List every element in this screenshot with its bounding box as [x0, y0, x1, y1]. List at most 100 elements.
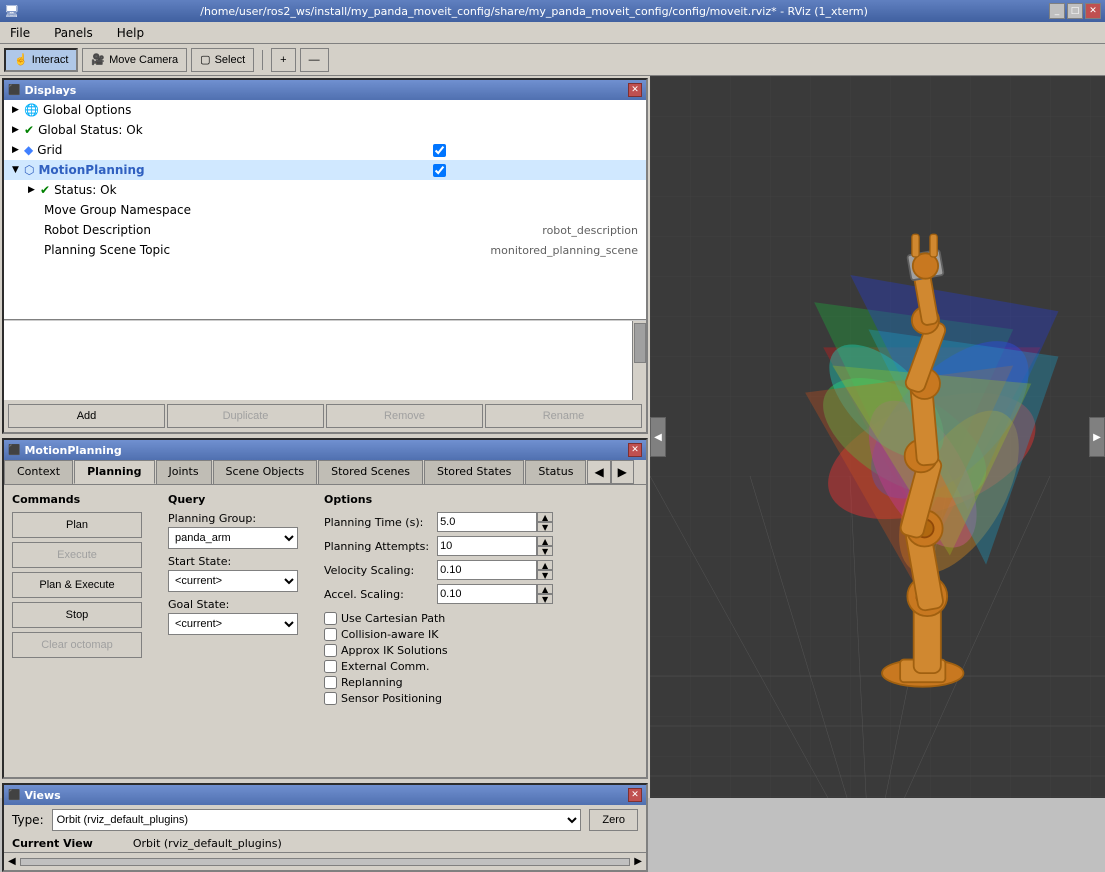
views-panel-close[interactable]: ✕	[628, 788, 642, 802]
accel-scaling-down[interactable]: ▼	[537, 594, 553, 604]
maximize-button[interactable]: □	[1067, 3, 1083, 19]
velocity-scaling-spinbtns: ▲ ▼	[537, 560, 553, 580]
planning-time-input[interactable]	[437, 512, 537, 532]
duplicate-display-button[interactable]: Duplicate	[167, 404, 324, 428]
menu-file[interactable]: File	[4, 24, 36, 42]
tab-planning[interactable]: Planning	[74, 460, 154, 484]
tree-arrow-grid: ▶	[12, 145, 24, 155]
tree-arrow-global-options: ▶	[12, 105, 24, 115]
views-current-section: Current View Orbit (rviz_default_plugins…	[4, 835, 646, 852]
close-button[interactable]: ✕	[1085, 3, 1101, 19]
tab-context[interactable]: Context	[4, 460, 73, 484]
approx-ik-checkbox[interactable]	[324, 644, 337, 657]
displays-scrollbar-thumb[interactable]	[634, 323, 646, 363]
move-camera-button[interactable]: 🎥 Move Camera	[82, 48, 187, 72]
accel-scaling-input-wrap: ▲ ▼	[437, 584, 638, 604]
planning-attempts-input[interactable]	[437, 536, 537, 556]
current-view-type: Orbit (rviz_default_plugins)	[133, 837, 282, 850]
tree-item-grid[interactable]: ▶ ◆ Grid	[4, 140, 646, 160]
tree-item-motion-planning[interactable]: ▼ ⬡ MotionPlanning	[4, 160, 646, 180]
velocity-scaling-label: Velocity Scaling:	[324, 560, 429, 580]
planning-time-label: Planning Time (s):	[324, 512, 429, 532]
planning-group-select[interactable]: panda_arm	[168, 527, 298, 549]
add-display-button[interactable]: Add	[8, 404, 165, 428]
toolbar-separator-1	[262, 50, 263, 70]
velocity-scaling-up[interactable]: ▲	[537, 560, 553, 570]
displays-tree[interactable]: ▶ 🌐 Global Options ▶ ✔ Global Status: Ok…	[4, 100, 646, 320]
accel-scaling-input[interactable]	[437, 584, 537, 604]
planning-time-input-wrap: ▲ ▼	[437, 512, 638, 532]
planning-attempts-down[interactable]: ▼	[537, 546, 553, 556]
tab-stored-scenes[interactable]: Stored Scenes	[318, 460, 423, 484]
select-button[interactable]: ▢ Select	[191, 48, 254, 72]
minimize-button[interactable]: _	[1049, 3, 1065, 19]
focus-minus-button[interactable]: —	[300, 48, 329, 72]
views-scroll-bar[interactable]: ◀ ▶	[4, 852, 646, 870]
menu-help[interactable]: Help	[111, 24, 150, 42]
motion-planning-panel-close[interactable]: ✕	[628, 443, 642, 457]
execute-button[interactable]: Execute	[12, 542, 142, 568]
start-state-select[interactable]: <current>	[168, 570, 298, 592]
viewport-left-arrow[interactable]: ◀	[650, 417, 666, 457]
displays-panel-header: ⬛ Displays ✕	[4, 80, 646, 100]
collision-aware-ik-checkbox[interactable]	[324, 628, 337, 641]
tree-label-move-group-ns: Move Group Namespace	[44, 203, 646, 217]
collision-aware-ik-label: Collision-aware IK	[341, 628, 439, 641]
goal-state-select[interactable]: <current>	[168, 613, 298, 635]
tab-scene-objects[interactable]: Scene Objects	[213, 460, 318, 484]
plan-button[interactable]: Plan	[12, 512, 142, 538]
remove-display-button[interactable]: Remove	[326, 404, 483, 428]
start-state-label: Start State:	[168, 555, 308, 568]
tree-item-move-group-ns[interactable]: Move Group Namespace	[4, 200, 646, 220]
replanning-checkbox[interactable]	[324, 676, 337, 689]
toolbar: ☝ Interact 🎥 Move Camera ▢ Select + —	[0, 44, 1105, 76]
views-panel-header: ⬛ Views ✕	[4, 785, 646, 805]
tree-item-global-options[interactable]: ▶ 🌐 Global Options	[4, 100, 646, 120]
viewport[interactable]: ◀ ▶	[650, 76, 1105, 798]
views-panel: ⬛ Views ✕ Type: Orbit (rviz_default_plug…	[2, 783, 648, 872]
focus-plus-button[interactable]: +	[271, 48, 295, 72]
tree-label-motion-planning: MotionPlanning	[38, 163, 433, 177]
menu-panels[interactable]: Panels	[48, 24, 99, 42]
move-camera-label: Move Camera	[109, 54, 178, 66]
planning-time-up[interactable]: ▲	[537, 512, 553, 522]
motion-planning-checkbox[interactable]	[433, 164, 446, 177]
tree-item-planning-scene-topic[interactable]: Planning Scene Topic monitored_planning_…	[4, 240, 646, 260]
checkbox-replanning: Replanning	[324, 676, 638, 689]
tree-label-planning-scene-topic: Planning Scene Topic	[44, 243, 490, 257]
cartesian-path-checkbox[interactable]	[324, 612, 337, 625]
interact-button[interactable]: ☝ Interact	[4, 48, 78, 72]
motion-planning-tabs: Context Planning Joints Scene Objects St…	[4, 460, 646, 485]
planning-attempts-up[interactable]: ▲	[537, 536, 553, 546]
accel-scaling-up[interactable]: ▲	[537, 584, 553, 594]
tab-status[interactable]: Status	[525, 460, 586, 484]
planning-time-down[interactable]: ▼	[537, 522, 553, 532]
grid-checkbox[interactable]	[433, 144, 446, 157]
velocity-scaling-input[interactable]	[437, 560, 537, 580]
sensor-positioning-checkbox[interactable]	[324, 692, 337, 705]
views-type-select[interactable]: Orbit (rviz_default_plugins)	[52, 809, 582, 831]
tab-scroll-right[interactable]: ▶	[611, 460, 634, 484]
tree-item-global-status[interactable]: ▶ ✔ Global Status: Ok	[4, 120, 646, 140]
title-bar: 🖥 /home/user/ros2_ws/install/my_panda_mo…	[0, 0, 1105, 22]
tab-stored-states[interactable]: Stored States	[424, 460, 524, 484]
clear-octomap-button[interactable]: Clear octomap	[12, 632, 142, 658]
velocity-scaling-down[interactable]: ▼	[537, 570, 553, 580]
rename-display-button[interactable]: Rename	[485, 404, 642, 428]
tab-joints[interactable]: Joints	[156, 460, 212, 484]
plan-execute-button[interactable]: Plan & Execute	[12, 572, 142, 598]
tree-item-robot-description[interactable]: Robot Description robot_description	[4, 220, 646, 240]
external-comm-label: External Comm.	[341, 660, 429, 673]
checkbox-use-cartesian: Use Cartesian Path	[324, 612, 638, 625]
tree-item-status[interactable]: ▶ ✔ Status: Ok	[4, 180, 646, 200]
viewport-right-arrow[interactable]: ▶	[1089, 417, 1105, 457]
external-comm-checkbox[interactable]	[324, 660, 337, 673]
planning-content: Commands Plan Execute Plan & Execute Sto…	[4, 485, 646, 794]
stop-button[interactable]: Stop	[12, 602, 142, 628]
check-icon-status: ✔	[40, 183, 50, 197]
tree-label-grid: Grid	[37, 143, 433, 157]
views-panel-icon: ⬛	[8, 790, 20, 801]
views-zero-button[interactable]: Zero	[589, 809, 638, 831]
tab-scroll-left[interactable]: ◀	[587, 460, 610, 484]
displays-panel-close[interactable]: ✕	[628, 83, 642, 97]
